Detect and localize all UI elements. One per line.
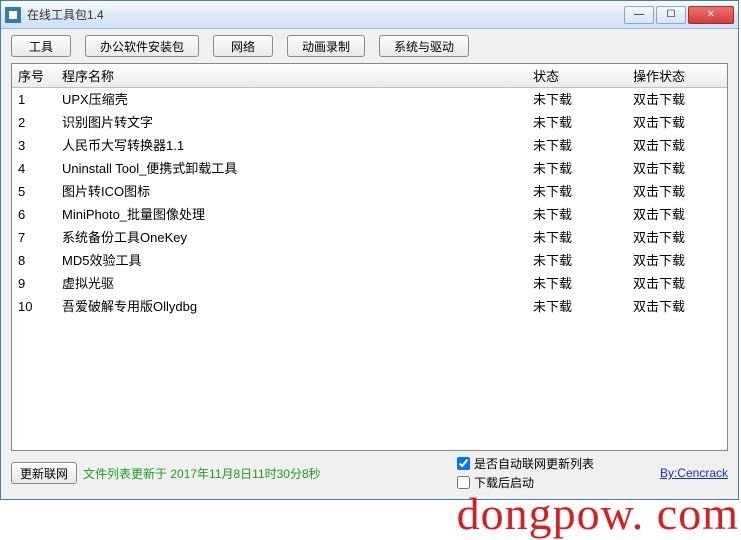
table-row[interactable]: 3人民币大写转换器1.1未下载双击下载 — [12, 134, 727, 157]
cell-idx: 8 — [12, 249, 56, 272]
close-button[interactable]: ✕ — [688, 6, 734, 24]
table-row[interactable]: 4Uninstall Tool_便携式卸载工具未下载双击下载 — [12, 157, 727, 180]
cell-name: UPX压缩壳 — [56, 88, 527, 111]
header-op[interactable]: 操作状态 — [627, 64, 727, 87]
table-row[interactable]: 6MiniPhoto_批量图像处理未下载双击下载 — [12, 203, 727, 226]
auto-update-label: 是否自动联网更新列表 — [474, 455, 594, 472]
table-row[interactable]: 7系统备份工具OneKey未下载双击下载 — [12, 226, 727, 249]
cell-name: 系统备份工具OneKey — [56, 226, 527, 249]
bottom-bar: 更新联网 文件列表更新于 2017年11月8日11时30分8秒 是否自动联网更新… — [1, 451, 738, 499]
table-row[interactable]: 10吾爱破解专用版Ollydbg未下载双击下载 — [12, 295, 727, 318]
cell-idx: 3 — [12, 134, 56, 157]
table-row[interactable]: 2识别图片转文字未下载双击下载 — [12, 111, 727, 134]
cell-name: Uninstall Tool_便携式卸载工具 — [56, 157, 527, 180]
cell-status: 未下载 — [527, 111, 627, 134]
cell-name: MD5效验工具 — [56, 249, 527, 272]
cell-status: 未下载 — [527, 203, 627, 226]
cell-idx: 5 — [12, 180, 56, 203]
cell-op: 双击下载 — [627, 88, 727, 111]
table-row[interactable]: 9虚拟光驱未下载双击下载 — [12, 272, 727, 295]
cell-name: 人民币大写转换器1.1 — [56, 134, 527, 157]
cell-name: 识别图片转文字 — [56, 111, 527, 134]
launch-after-label: 下载后启动 — [474, 474, 534, 491]
cell-idx: 2 — [12, 111, 56, 134]
animation-button[interactable]: 动画录制 — [287, 35, 365, 57]
cell-name: 吾爱破解专用版Ollydbg — [56, 295, 527, 318]
header-name[interactable]: 程序名称 — [56, 64, 527, 87]
header-idx[interactable]: 序号 — [12, 64, 56, 87]
minimize-button[interactable]: — — [624, 6, 654, 24]
cell-op: 双击下载 — [627, 226, 727, 249]
app-icon — [5, 7, 21, 23]
cell-idx: 1 — [12, 88, 56, 111]
cell-status: 未下载 — [527, 226, 627, 249]
cell-status: 未下载 — [527, 180, 627, 203]
cell-op: 双击下载 — [627, 203, 727, 226]
launch-after-checkbox[interactable]: 下载后启动 — [457, 474, 594, 491]
office-button[interactable]: 办公软件安装包 — [85, 35, 199, 57]
cell-op: 双击下载 — [627, 134, 727, 157]
list-header: 序号 程序名称 状态 操作状态 — [12, 64, 727, 88]
cell-name: MiniPhoto_批量图像处理 — [56, 203, 527, 226]
cell-op: 双击下载 — [627, 272, 727, 295]
cell-idx: 4 — [12, 157, 56, 180]
auto-update-input[interactable] — [457, 457, 470, 470]
options: 是否自动联网更新列表 下载后启动 — [457, 455, 594, 491]
cell-op: 双击下载 — [627, 157, 727, 180]
tools-button[interactable]: 工具 — [11, 35, 71, 57]
list-body: 1UPX压缩壳未下载双击下载2识别图片转文字未下载双击下载3人民币大写转换器1.… — [12, 88, 727, 318]
header-status[interactable]: 状态 — [527, 64, 627, 87]
cell-status: 未下载 — [527, 134, 627, 157]
table-row[interactable]: 8MD5效验工具未下载双击下载 — [12, 249, 727, 272]
window-title: 在线工具包1.4 — [27, 6, 624, 23]
cell-op: 双击下载 — [627, 249, 727, 272]
cell-op: 双击下载 — [627, 180, 727, 203]
launch-after-input[interactable] — [457, 476, 470, 489]
table-row[interactable]: 1UPX压缩壳未下载双击下载 — [12, 88, 727, 111]
network-button[interactable]: 网络 — [213, 35, 273, 57]
maximize-button[interactable]: ☐ — [656, 6, 686, 24]
update-button[interactable]: 更新联网 — [11, 462, 77, 484]
cell-name: 图片转ICO图标 — [56, 180, 527, 203]
cell-status: 未下载 — [527, 249, 627, 272]
cell-idx: 7 — [12, 226, 56, 249]
cell-idx: 9 — [12, 272, 56, 295]
window-controls: — ☐ ✕ — [624, 6, 734, 24]
list-area: 序号 程序名称 状态 操作状态 1UPX压缩壳未下载双击下载2识别图片转文字未下… — [11, 63, 728, 451]
credit-link[interactable]: By:Cencrack — [660, 466, 728, 480]
cell-status: 未下载 — [527, 88, 627, 111]
cell-status: 未下载 — [527, 295, 627, 318]
auto-update-checkbox[interactable]: 是否自动联网更新列表 — [457, 455, 594, 472]
app-window: 在线工具包1.4 — ☐ ✕ 工具 办公软件安装包 网络 动画录制 系统与驱动 … — [0, 0, 739, 500]
system-button[interactable]: 系统与驱动 — [379, 35, 469, 57]
cell-op: 双击下载 — [627, 111, 727, 134]
cell-name: 虚拟光驱 — [56, 272, 527, 295]
cell-idx: 10 — [12, 295, 56, 318]
titlebar: 在线工具包1.4 — ☐ ✕ — [1, 1, 738, 29]
toolbar: 工具 办公软件安装包 网络 动画录制 系统与驱动 — [1, 29, 738, 63]
cell-idx: 6 — [12, 203, 56, 226]
cell-status: 未下载 — [527, 157, 627, 180]
cell-status: 未下载 — [527, 272, 627, 295]
cell-op: 双击下载 — [627, 295, 727, 318]
table-row[interactable]: 5图片转ICO图标未下载双击下载 — [12, 180, 727, 203]
update-text: 文件列表更新于 2017年11月8日11时30分8秒 — [83, 465, 321, 482]
